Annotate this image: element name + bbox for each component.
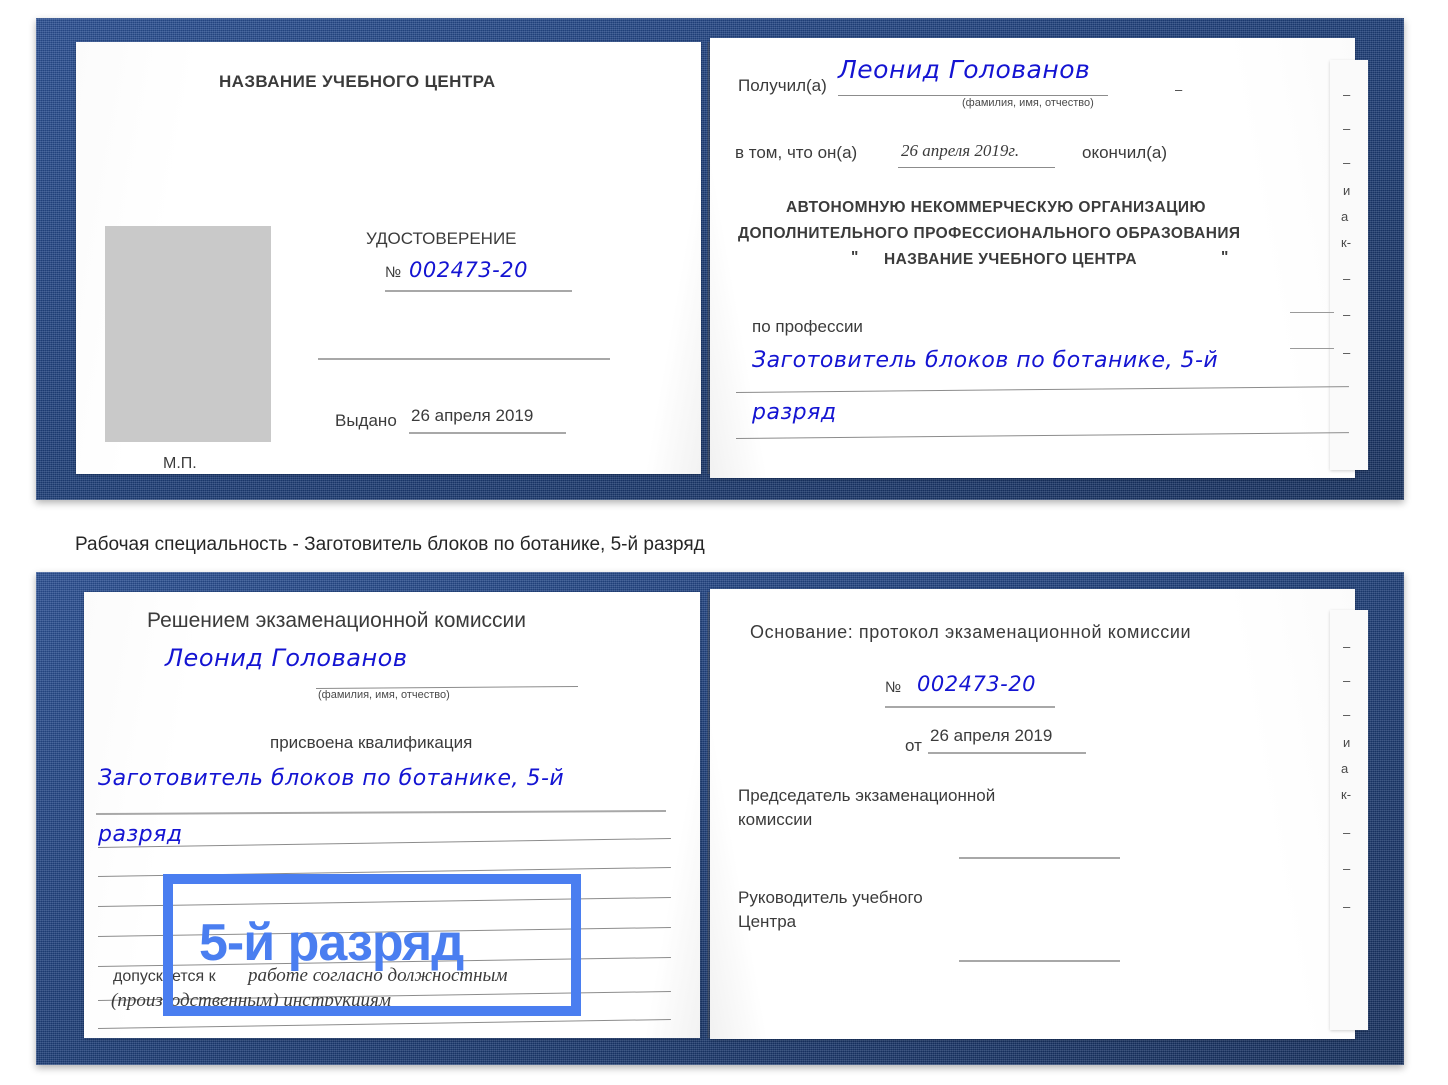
- peek-mark: а: [1341, 209, 1349, 224]
- number-underline: [385, 290, 572, 292]
- peek-mark: –: [1343, 707, 1351, 722]
- certificate-number-value: 002473-20: [409, 258, 528, 282]
- qualification-value-line1: Заготовитель блоков по ботанике, 5-й: [98, 766, 565, 791]
- certificate-top-spine: [707, 42, 710, 474]
- peek-mark: –: [1343, 861, 1351, 876]
- dash-mark-right: –: [1175, 82, 1183, 97]
- peek-rule: [1290, 312, 1334, 313]
- peek-mark: –: [1343, 673, 1351, 688]
- peek-mark: а: [1341, 761, 1349, 776]
- name-hint: (фамилия, имя, отчество): [962, 97, 1094, 109]
- peek-mark: и: [1343, 735, 1351, 750]
- quote-close: ": [1221, 249, 1229, 266]
- protocol-number-underline: [885, 706, 1055, 708]
- quote-open: ": [851, 249, 859, 266]
- profession-value-line1: Заготовитель блоков по ботанике, 5-й: [752, 348, 1219, 373]
- peek-mark: –: [1343, 121, 1351, 136]
- finished-label: окончил(а): [1082, 143, 1167, 162]
- head-label-line1: Руководитель учебного: [738, 888, 923, 907]
- protocol-number-value: 002473-20: [917, 672, 1036, 696]
- photo-placeholder: [105, 226, 271, 442]
- qualification-value-line2: разряд: [98, 822, 183, 847]
- chairman-label-line1: Председатель экзаменационной: [738, 786, 996, 805]
- commission-decision-heading: Решением экзаменационной комиссии: [147, 609, 527, 632]
- graduate-name: Леонид Голованов: [165, 644, 408, 672]
- issued-date-underline: [409, 432, 566, 434]
- organization-line-1: АВТОНОМНУЮ НЕКОММЕРЧЕСКУЮ ОРГАНИЗАЦИЮ: [786, 199, 1206, 216]
- profession-value-line2: разряд: [752, 400, 837, 425]
- completion-date-underline: [898, 167, 1055, 168]
- completion-date: 26 апреля 2019г.: [901, 141, 1020, 160]
- certificate-top-hidden-page: – – – и а к- – – –: [1290, 60, 1368, 470]
- issued-label: Выдано: [335, 411, 397, 430]
- peek-mark: –: [1343, 271, 1351, 286]
- peek-mark: –: [1343, 345, 1351, 360]
- peek-mark: –: [1343, 639, 1351, 654]
- number-symbol: №: [385, 264, 402, 281]
- peek-rule: [1290, 348, 1334, 349]
- chairman-label-line2: комиссии: [738, 810, 813, 829]
- that-he-label: в том, что он(а): [735, 143, 858, 162]
- recipient-name-underline: [838, 95, 1108, 96]
- peek-mark: –: [1343, 307, 1351, 322]
- qualification-label: присвоена квалификация: [270, 733, 473, 752]
- profession-label: по профессии: [752, 317, 863, 336]
- peek-mark: –: [1343, 87, 1351, 102]
- from-label: от: [905, 736, 922, 755]
- protocol-number-symbol: №: [885, 679, 902, 696]
- certificate-bottom-spine: [707, 592, 710, 1038]
- certificate-bottom-hidden-page: – – – и а к- – – –: [1330, 610, 1368, 1030]
- issued-date-value: 26 апреля 2019: [411, 406, 534, 425]
- peek-mark: к-: [1341, 787, 1352, 802]
- page-caption: Рабочая специальность - Заготовитель бло…: [75, 534, 705, 555]
- training-center-heading: НАЗВАНИЕ УЧЕБНОГО ЦЕНТРА: [219, 72, 496, 91]
- recipient-name: Леонид Голованов: [838, 55, 1091, 84]
- peek-mark: к-: [1341, 235, 1352, 250]
- from-date-value: 26 апреля 2019: [930, 726, 1053, 745]
- rank-highlight-text: 5-й разряд: [199, 914, 464, 972]
- peek-mark: –: [1343, 155, 1351, 170]
- head-label-line2: Центра: [738, 912, 797, 931]
- name-hint: (фамилия, имя, отчество): [318, 689, 450, 701]
- from-date-underline: [928, 752, 1086, 754]
- basis-label: Основание: протокол экзаменационной коми…: [750, 622, 1192, 642]
- organization-name: НАЗВАНИЕ УЧЕБНОГО ЦЕНТРА: [884, 251, 1137, 268]
- peek-mark: и: [1343, 183, 1351, 198]
- chairman-signature-line: [959, 857, 1120, 859]
- seal-place-label: М.П.: [163, 455, 197, 472]
- peek-mark: –: [1343, 899, 1351, 914]
- blank-line: [318, 358, 610, 360]
- organization-line-2: ДОПОЛНИТЕЛЬНОГО ПРОФЕССИОНАЛЬНОГО ОБРАЗО…: [738, 225, 1241, 242]
- received-label: Получил(а): [738, 76, 827, 95]
- head-signature-line: [959, 960, 1120, 962]
- peek-mark: –: [1343, 825, 1351, 840]
- document-type-label: УДОСТОВЕРЕНИЕ: [366, 229, 517, 248]
